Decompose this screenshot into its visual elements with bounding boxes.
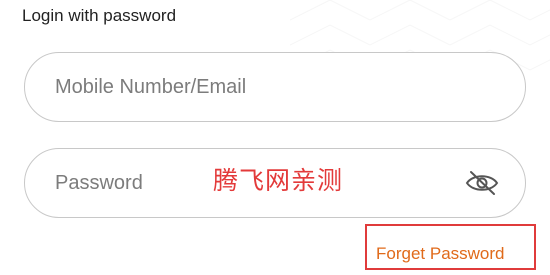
watermark-text: 腾飞网亲测 — [213, 166, 344, 195]
mobile-email-input[interactable] — [55, 53, 435, 121]
mobile-email-field[interactable] — [24, 52, 526, 122]
forget-password-link[interactable]: Forget Password — [376, 244, 505, 264]
eye-off-icon[interactable] — [465, 169, 499, 197]
login-title: Login with password — [22, 6, 177, 25]
